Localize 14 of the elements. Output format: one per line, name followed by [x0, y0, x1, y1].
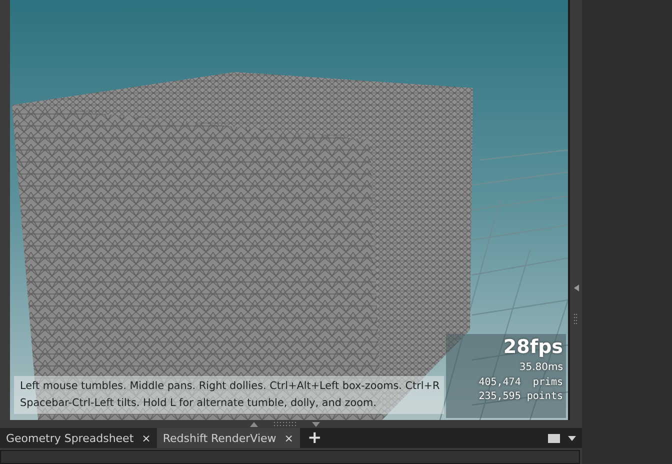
add-tab-button[interactable]: + [300, 428, 330, 448]
pane-tab[interactable]: Redshift RenderView × [156, 428, 300, 448]
3d-viewport[interactable]: Left mouse tumbles. Middle pans. Right dollies. Ctrl+Alt+Left box-zooms. Ctrl+R Spacebar-Ctrl-Left tilts. Hold L for alternate tumble, dolly, and zoom. 28fps 35.80ms 405,474 prims 235,595 points [10, 0, 568, 420]
caret-icon[interactable] [568, 436, 576, 440]
collapse-left-icon[interactable] [574, 284, 578, 292]
frame-time: 35.80ms [519, 361, 563, 375]
fps-readout: 28fps [503, 335, 563, 360]
stat-line: 235,595 points [478, 390, 563, 404]
hint-text: Spacebar-Ctrl-Left tilts. Hold L for alternate tumble, dolly, and zoom. [20, 396, 378, 411]
hint-text: Left mouse tumbles. Middle pans. Right dollies. Ctrl+Alt+Left box-zooms. Ctrl+R [20, 379, 438, 394]
stat-line: 405,474 prims [478, 376, 563, 390]
pane-icon[interactable] [548, 434, 560, 442]
close-tab-button[interactable]: × [142, 432, 151, 444]
close-tab-button[interactable]: × [284, 432, 294, 444]
